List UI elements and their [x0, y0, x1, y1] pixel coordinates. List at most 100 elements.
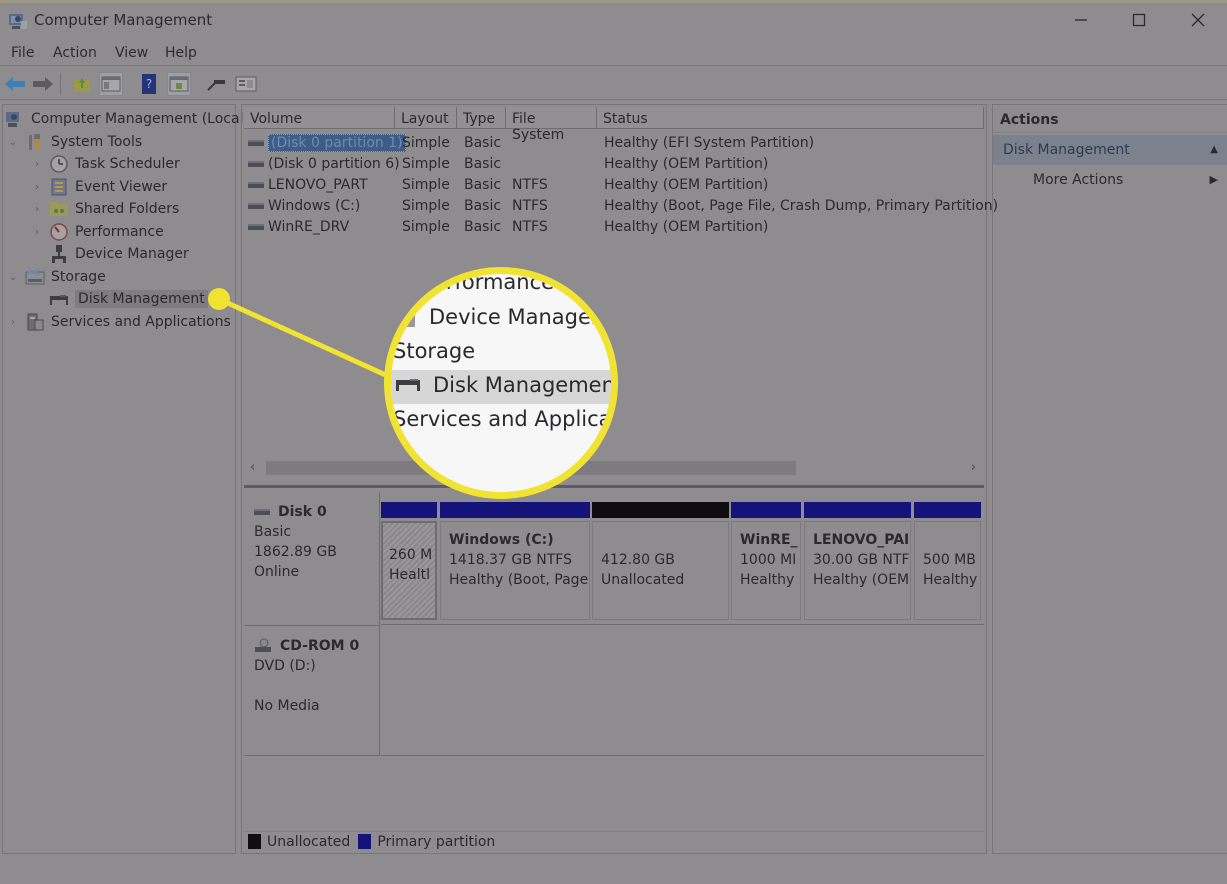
close-icon [1191, 13, 1205, 27]
back-button[interactable] [3, 72, 27, 96]
tree-item-performance[interactable]: › Performance [31, 221, 164, 243]
volume-name: LENOVO_PART [268, 177, 368, 193]
volume-row[interactable]: (Disk 0 partition 6) Simple Basic Health… [244, 154, 984, 175]
volume-row[interactable]: LENOVO_PART Simple Basic NTFS Healthy (O… [244, 175, 984, 196]
connect-button[interactable] [204, 72, 228, 96]
scroll-right-icon[interactable]: › [971, 460, 976, 475]
volume-name: WinRE_DRV [268, 219, 350, 235]
volume-row[interactable]: (Disk 0 partition 1) Simple Basic Health… [244, 133, 984, 154]
menu-file[interactable]: File [11, 45, 34, 61]
tree-label: Shared Folders [75, 201, 180, 217]
disk-state: Online [254, 564, 300, 580]
minimize-icon [1075, 19, 1087, 21]
show-hide-action-pane-button[interactable] [167, 72, 191, 96]
tree-item-disk-management[interactable]: Disk Management [49, 288, 208, 310]
tree-root-computer-management[interactable]: Computer Management (Local) [5, 108, 249, 130]
partition-block[interactable]: WinRE_ 1000 MI Healthy [731, 502, 801, 620]
close-button[interactable] [1175, 3, 1221, 37]
help-icon: ? [142, 74, 156, 94]
tree-label: Event Viewer [75, 179, 168, 195]
menu-action[interactable]: Action [53, 45, 97, 61]
actions-section-disk-management[interactable]: Disk Management ▲ [993, 135, 1227, 165]
actions-header: Actions [993, 105, 1227, 133]
minimize-button[interactable] [1058, 3, 1104, 37]
chevron-right-icon[interactable]: › [31, 204, 43, 215]
disk-management-icon [49, 289, 69, 309]
chevron-right-icon[interactable]: › [31, 159, 43, 170]
up-level-button[interactable] [70, 72, 94, 96]
partition-box: LENOVO_PAI 30.00 GB NTF Healthy (OEM [804, 521, 911, 620]
disk-0-info[interactable]: Disk 0 Basic 1862.89 GB Online [244, 492, 380, 626]
primary-partition-swatch [358, 834, 372, 849]
horizontal-scrollbar[interactable]: ‹ › [244, 459, 984, 477]
toolbar-separator [60, 73, 61, 95]
help-button[interactable]: ? [137, 72, 161, 96]
back-icon [5, 77, 25, 91]
action-label: More Actions [1033, 172, 1124, 188]
magnified-services-and-applications: Services and Applications [393, 407, 612, 431]
cdrom-icon [254, 638, 272, 654]
tree-item-storage[interactable]: ⌄ Storage [7, 266, 106, 288]
magnified-performance: Performance [421, 270, 555, 294]
partition-status: Healthy [923, 572, 978, 588]
partition-box: 500 MB Healthy [914, 521, 981, 620]
volume-type: Basic [464, 198, 502, 214]
tree-item-event-viewer[interactable]: › Event Viewer [31, 176, 167, 198]
tree-label: Storage [51, 269, 106, 285]
column-header-type[interactable]: Type [457, 107, 506, 129]
partition-type-bar [440, 502, 590, 518]
event-viewer-icon [49, 177, 69, 197]
column-header-layout[interactable]: Layout [395, 107, 457, 129]
forward-button[interactable] [31, 72, 55, 96]
partition-status: Healtl [389, 567, 430, 583]
pane-splitter[interactable] [244, 485, 984, 488]
system-tools-icon [25, 132, 45, 152]
chevron-right-icon[interactable]: › [31, 182, 43, 193]
tree-label: Performance [75, 224, 164, 240]
tree-item-device-manager[interactable]: Device Manager [49, 243, 189, 265]
column-header-volume[interactable]: Volume [244, 107, 395, 129]
tree-item-system-tools[interactable]: ⌄ System Tools [7, 131, 142, 153]
volume-row[interactable]: WinRE_DRV Simple Basic NTFS Healthy (OEM… [244, 217, 984, 238]
column-header-file-system[interactable]: File System [506, 107, 597, 143]
partition-size: 30.00 GB NTF [813, 552, 910, 568]
volume-row[interactable]: Windows (C:) Simple Basic NTFS Healthy (… [244, 196, 998, 217]
partition-type-bar [804, 502, 911, 518]
menu-view[interactable]: View [115, 45, 148, 61]
unallocated-swatch [248, 834, 261, 849]
action-pane-icon [169, 76, 189, 92]
collapse-up-icon[interactable]: ▲ [1210, 144, 1218, 155]
tree-item-task-scheduler[interactable]: › Task Scheduler [31, 153, 180, 175]
callout-dot [208, 288, 230, 310]
volume-name: (Disk 0 partition 6) [268, 156, 400, 172]
maximize-button[interactable] [1116, 3, 1162, 37]
partition-block[interactable]: LENOVO_PAI 30.00 GB NTF Healthy (OEM [804, 502, 911, 620]
disk-0-partitions: 260 M Healtl Windows (C:) 1418.37 GB NTF… [381, 492, 984, 625]
partition-block[interactable]: 260 M Healtl [381, 502, 437, 620]
scroll-left-icon[interactable]: ‹ [250, 460, 255, 475]
partition-size: 260 M [389, 547, 433, 563]
computer-management-app-icon [8, 11, 28, 31]
cdrom-0-info[interactable]: CD-ROM 0 DVD (D:) No Media [244, 626, 380, 756]
chevron-right-icon[interactable]: › [31, 227, 43, 238]
volume-icon [248, 161, 264, 167]
volume-status: Healthy (Boot, Page File, Crash Dump, Pr… [604, 198, 999, 214]
tree-label: System Tools [51, 134, 143, 150]
show-hide-console-tree-button[interactable] [99, 72, 123, 96]
partition-block[interactable]: 412.80 GB Unallocated [592, 502, 729, 620]
disk-icon [254, 509, 270, 515]
action-more-actions[interactable]: More Actions ▶ [993, 167, 1227, 193]
tree-item-shared-folders[interactable]: › Shared Folders [31, 198, 179, 220]
volume-status: Healthy (EFI System Partition) [604, 135, 815, 151]
partition-block[interactable]: 500 MB Healthy [914, 502, 981, 620]
menu-help[interactable]: Help [165, 45, 197, 61]
tree-item-services-and-applications[interactable]: › Services and Applications [7, 311, 231, 333]
chevron-down-icon[interactable]: ⌄ [7, 137, 19, 148]
chevron-right-icon[interactable]: › [7, 317, 19, 328]
column-header-status[interactable]: Status [597, 107, 984, 129]
partition-name: WinRE_ [740, 532, 798, 548]
partition-block[interactable]: Windows (C:) 1418.37 GB NTFS Healthy (Bo… [440, 502, 590, 620]
partition-type-bar [914, 502, 981, 518]
properties-button[interactable] [234, 72, 258, 96]
chevron-down-icon[interactable]: ⌄ [7, 272, 19, 283]
